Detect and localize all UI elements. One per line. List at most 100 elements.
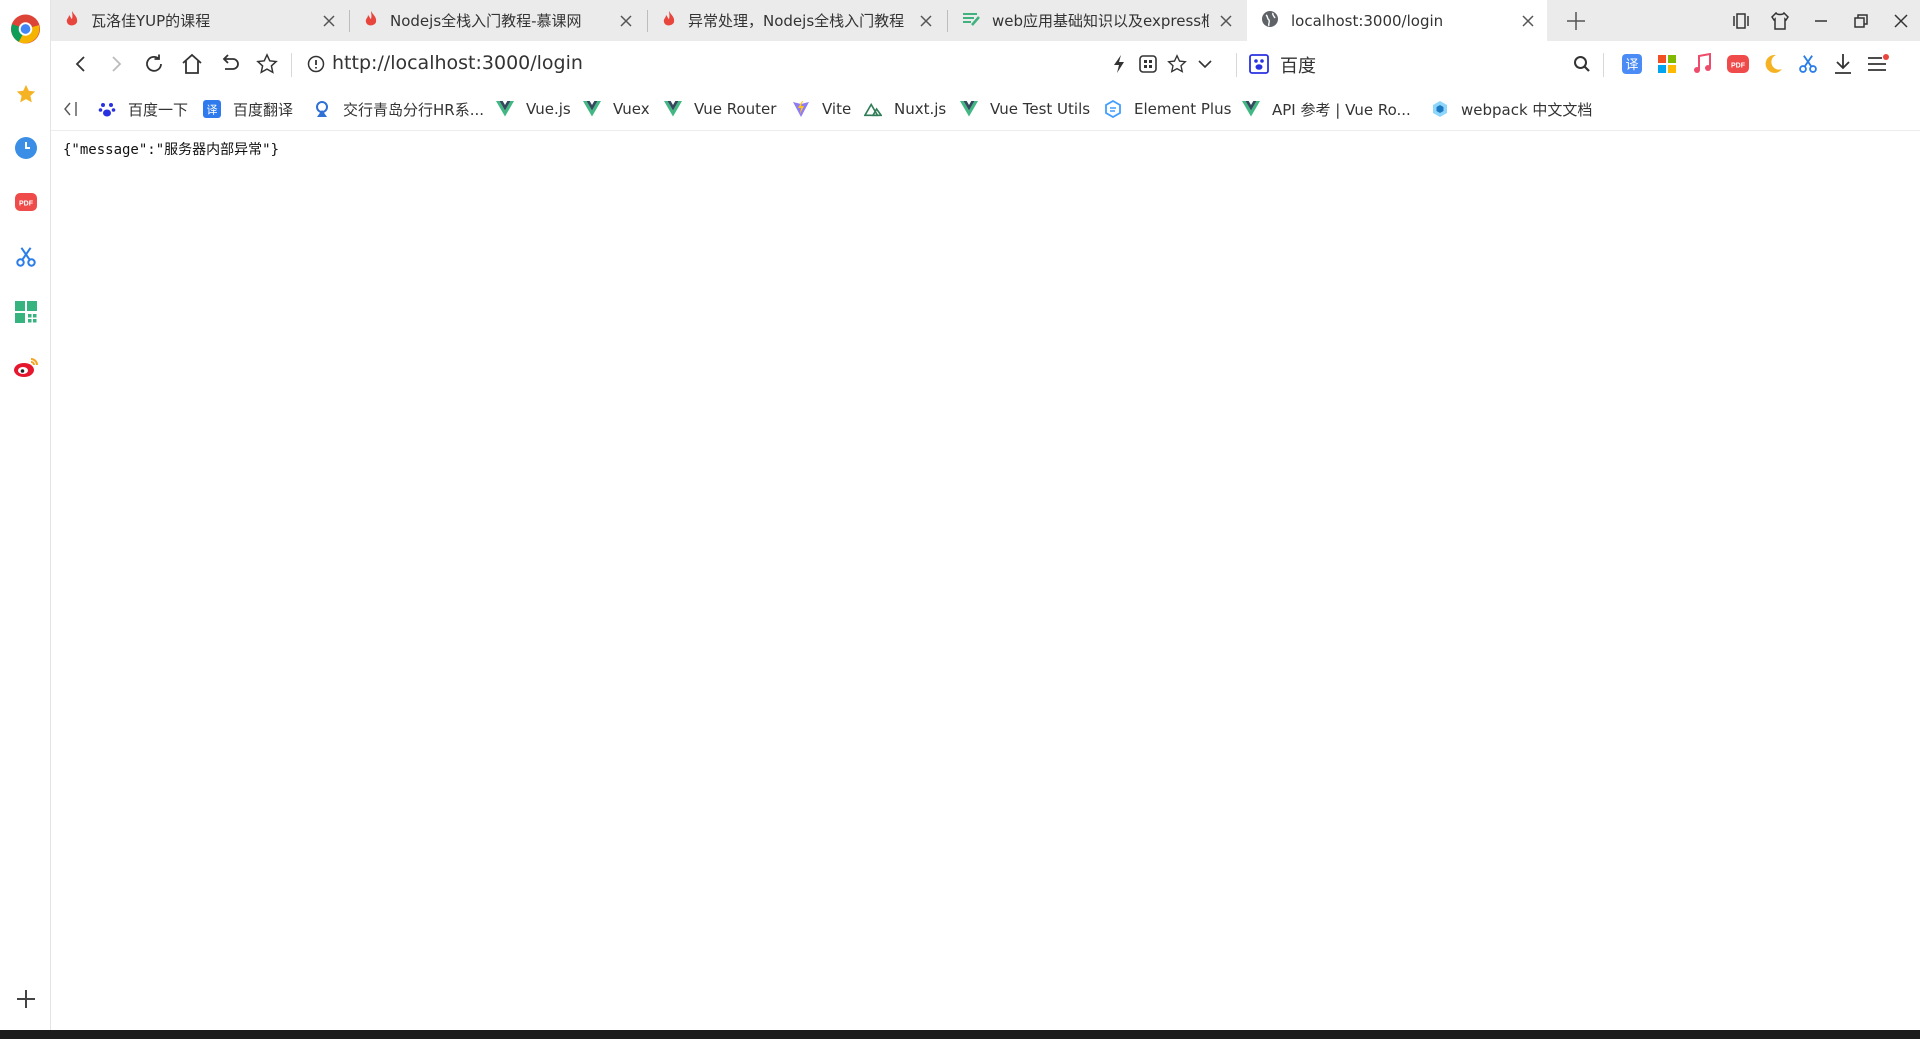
history-clock-icon[interactable] <box>10 132 41 163</box>
undo-close-icon[interactable] <box>215 49 245 79</box>
download-icon[interactable] <box>1828 49 1858 79</box>
baidu-paw-icon[interactable] <box>1244 49 1274 79</box>
close-icon[interactable] <box>917 12 935 30</box>
minimize-icon[interactable] <box>1801 0 1841 41</box>
chevron-down-icon[interactable] <box>1190 49 1220 79</box>
apps-ext-icon[interactable] <box>1652 49 1682 79</box>
tab-4[interactable]: localhost:3000/login <box>1247 0 1547 41</box>
reload-icon[interactable] <box>139 49 169 79</box>
taskbar <box>0 1030 1920 1039</box>
bookmark-item[interactable]: Vite <box>792 87 851 131</box>
sidebar-toggle-icon[interactable] <box>62 87 80 131</box>
site-info-icon[interactable] <box>301 49 331 79</box>
bookmark-item[interactable]: webpack 中文文档 <box>1431 87 1592 131</box>
page-body-text: {"message":"服务器内部异常"} <box>63 142 280 158</box>
bookmarks-bar: 百度一下 译 百度翻译 交行青岛分行HR系... Vue.js Vuex Vue… <box>51 87 1920 131</box>
vue-icon <box>960 100 978 118</box>
bookmark-item[interactable]: Vue Test Utils <box>960 87 1090 131</box>
bookmark-item[interactable]: Nuxt.js <box>864 87 946 131</box>
scissors-ext-icon[interactable] <box>1793 49 1823 79</box>
globe-icon <box>1261 10 1279 32</box>
close-icon[interactable] <box>1217 12 1235 30</box>
close-window-icon[interactable] <box>1881 0 1920 41</box>
forward-icon[interactable] <box>101 49 131 79</box>
translate-icon: 译 <box>203 100 221 118</box>
add-icon[interactable] <box>10 983 41 1014</box>
tab-2[interactable]: 异常处理，Nodejs全栈入门教程 <box>648 0 945 41</box>
vue-icon <box>583 100 601 118</box>
vite-icon <box>792 100 810 118</box>
bookmark-label: Nuxt.js <box>894 100 947 118</box>
bookmark-item[interactable]: 交行青岛分行HR系... <box>313 87 484 131</box>
favorite-star-icon[interactable] <box>1162 49 1192 79</box>
bookmark-label: Vuex <box>613 100 650 118</box>
vue-icon <box>1242 100 1260 118</box>
tab-1[interactable]: Nodejs全栈入门教程-慕课网 <box>350 0 645 41</box>
pdf-icon[interactable]: PDF <box>10 186 41 217</box>
search-icon[interactable] <box>1567 49 1597 79</box>
bookmark-star-icon[interactable] <box>252 49 282 79</box>
bookmark-label: Element Plus <box>1134 100 1232 118</box>
toolbar: http://localhost:3000/login 百度 译 PDF <box>51 41 1920 87</box>
close-icon[interactable] <box>617 12 635 30</box>
fire-icon <box>662 10 676 32</box>
new-tab-button[interactable] <box>1556 0 1596 41</box>
bookmark-label: 百度一下 <box>128 100 189 119</box>
vue-icon <box>496 100 514 118</box>
tab-title: 异常处理，Nodejs全栈入门教程 <box>688 12 905 30</box>
flash-icon[interactable] <box>1104 49 1134 79</box>
bookmark-item[interactable]: 译 百度翻译 <box>203 87 293 131</box>
close-icon[interactable] <box>320 12 338 30</box>
tab-title: 瓦洛佳YUP的课程 <box>91 12 211 30</box>
baidu-paw-icon <box>98 100 116 118</box>
bookmark-item[interactable]: Vue.js <box>496 87 571 131</box>
bookmark-item[interactable]: Vuex <box>583 87 650 131</box>
bookmark-label: webpack 中文文档 <box>1461 100 1593 119</box>
bookmark-label: Vite <box>822 100 852 118</box>
tab-title: localhost:3000/login <box>1291 11 1444 30</box>
night-mode-icon[interactable] <box>1758 49 1788 79</box>
browser-logo-icon[interactable] <box>10 13 41 44</box>
music-icon[interactable] <box>1687 49 1717 79</box>
address-bar[interactable]: http://localhost:3000/login <box>332 52 583 74</box>
tab-0[interactable]: 瓦洛佳YUP的课程 <box>51 0 348 41</box>
apps-grid-icon[interactable] <box>10 296 41 327</box>
svg-text:PDF: PDF <box>1731 63 1746 70</box>
restore-icon[interactable] <box>1841 0 1881 41</box>
search-engine-label[interactable]: 百度 <box>1280 52 1316 78</box>
tab-strip: 瓦洛佳YUP的课程 Nodejs全栈入门教程-慕课网 异常处理，Nodejs全栈… <box>51 0 1920 41</box>
bookmark-item[interactable]: Vue Router <box>664 87 776 131</box>
bookmark-label: Vue Router <box>694 100 777 118</box>
bookmark-item[interactable]: Element Plus <box>1104 87 1231 131</box>
bookmark-label: Vue.js <box>526 100 571 118</box>
translate-ext-icon[interactable]: 译 <box>1617 49 1647 79</box>
home-icon[interactable] <box>177 49 207 79</box>
sidebar: PDF <box>0 0 51 1030</box>
pdf-ext-icon[interactable]: PDF <box>1723 49 1753 79</box>
bookmark-item[interactable]: 百度一下 <box>98 87 188 131</box>
bookmark-label: 百度翻译 <box>233 100 294 119</box>
bookmark-item[interactable]: API 参考 | Vue Ro... <box>1242 87 1411 131</box>
fire-icon <box>65 10 79 32</box>
qrcode-icon[interactable] <box>1133 49 1163 79</box>
fire-icon <box>364 10 378 32</box>
scissors-icon[interactable] <box>10 241 41 272</box>
close-icon[interactable] <box>1519 12 1537 30</box>
tab-list-icon[interactable] <box>1721 0 1761 41</box>
toolbar-divider <box>1603 53 1604 77</box>
toolbar-divider <box>1236 53 1237 77</box>
bank-icon <box>313 100 331 118</box>
favorites-star-icon[interactable] <box>10 78 41 109</box>
bookmark-label: 交行青岛分行HR系... <box>343 100 485 119</box>
weibo-icon[interactable] <box>10 351 41 382</box>
menu-icon[interactable] <box>1863 49 1893 79</box>
tab-3[interactable]: web应用基础知识以及express框 <box>948 0 1245 41</box>
bookmark-label: API 参考 | Vue Ro... <box>1272 100 1411 119</box>
back-icon[interactable] <box>66 49 96 79</box>
element-icon <box>1104 100 1122 118</box>
svg-text:译: 译 <box>207 104 218 117</box>
vue-icon <box>664 100 682 118</box>
webpack-icon <box>1431 100 1449 118</box>
skin-icon[interactable] <box>1760 0 1800 41</box>
svg-text:PDF: PDF <box>19 200 34 207</box>
